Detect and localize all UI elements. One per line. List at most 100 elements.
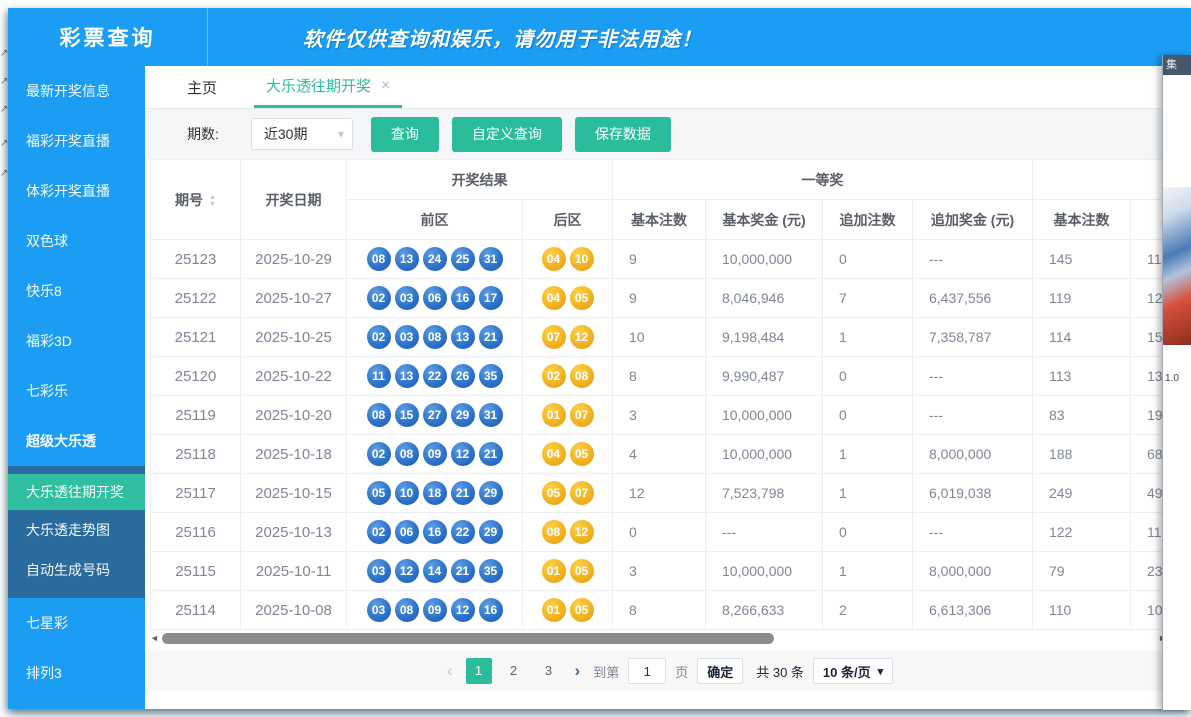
sidebar-item-七星彩[interactable]: 七星彩 xyxy=(8,598,145,648)
front-ball: 02 xyxy=(367,520,391,544)
front-ball: 27 xyxy=(423,403,447,427)
add-prize-cell: --- xyxy=(913,513,1033,552)
basic-count2-cell: 249 xyxy=(1033,474,1131,513)
search-button[interactable]: 查询 xyxy=(371,117,439,152)
column-header-front-zone: 前区 xyxy=(347,200,523,240)
basic-count2-cell: 79 xyxy=(1033,552,1131,591)
basic-count-cell: 8 xyxy=(613,357,706,396)
page-unit-label: 页 xyxy=(675,662,688,681)
table-row: 251142025-10-080308091216010588,266,6332… xyxy=(151,591,1164,630)
tab-lotto-history-label: 大乐透往期开奖 xyxy=(266,75,371,96)
add-count-cell: 2 xyxy=(823,591,913,630)
sidebar-submenu: 大乐透往期开奖大乐透走势图自动生成号码 xyxy=(8,466,145,598)
main-content: 主页 大乐透往期开奖 × 期数: 近30期 ▾ 查询 自定义查询 保存数据 xyxy=(145,66,1191,709)
sidebar-item-大乐透走势图[interactable]: 大乐透走势图 xyxy=(8,510,145,550)
disclaimer-banner: 软件仅供查询和娱乐，请勿用于非法用途！ xyxy=(208,8,1191,66)
sidebar-nav: 最新开奖信息福彩开奖直播体彩开奖直播双色球快乐8福彩3D七彩乐超级大乐透大乐透往… xyxy=(8,66,145,709)
sidebar-item-最新开奖信息[interactable]: 最新开奖信息 xyxy=(8,66,145,116)
save-data-button[interactable]: 保存数据 xyxy=(575,117,671,152)
page-button-3[interactable]: 3 xyxy=(536,658,562,684)
front-ball: 22 xyxy=(423,364,447,388)
back-ball: 12 xyxy=(570,325,594,349)
sidebar-item-超级大乐透[interactable]: 超级大乐透 xyxy=(8,416,145,466)
overlapping-window-edge[interactable]: 集 1.0 xyxy=(1162,55,1191,710)
basic-count-cell: 9 xyxy=(613,279,706,318)
back-ball: 07 xyxy=(570,481,594,505)
basic-prize-cell: 9,990,487 xyxy=(706,357,823,396)
scroll-left-icon[interactable]: ◄ xyxy=(150,633,159,643)
add-prize-cell: 7,358,787 xyxy=(913,318,1033,357)
total-count-label: 共 30 条 xyxy=(756,662,804,681)
front-ball: 03 xyxy=(367,598,391,622)
back-ball: 05 xyxy=(542,481,566,505)
sidebar-item-福彩3D[interactable]: 福彩3D xyxy=(8,316,145,366)
back-ball: 08 xyxy=(542,520,566,544)
date-cell: 2025-10-08 xyxy=(241,591,347,630)
basic-count-cell: 12 xyxy=(613,474,706,513)
tab-home[interactable]: 主页 xyxy=(175,66,229,108)
front-ball: 08 xyxy=(367,403,391,427)
sidebar-item-双色球[interactable]: 双色球 xyxy=(8,216,145,266)
back-ball: 05 xyxy=(570,442,594,466)
goto-page-label: 到第 xyxy=(593,662,619,681)
sidebar-item-福彩开奖直播[interactable]: 福彩开奖直播 xyxy=(8,116,145,166)
truncated-cell: 116, xyxy=(1131,240,1164,279)
front-ball: 09 xyxy=(423,598,447,622)
prev-page-icon[interactable]: ‹ xyxy=(443,661,457,681)
period-cell: 25116 xyxy=(151,513,241,552)
column-header-period[interactable]: 期号▲▼ xyxy=(151,160,241,240)
horizontal-scrollbar[interactable]: ◄ ► xyxy=(150,631,1163,647)
back-ball: 04 xyxy=(542,286,566,310)
column-header-basic-count: 基本注数 xyxy=(613,200,706,240)
back-ball: 02 xyxy=(542,364,566,388)
results-tbody: 251232025-10-2908132425310410910,000,000… xyxy=(151,240,1164,630)
add-count-cell: 1 xyxy=(823,318,913,357)
back-ball: 12 xyxy=(570,520,594,544)
front-zone-cell: 0208091221 xyxy=(347,435,523,474)
back-zone-cell: 0507 xyxy=(523,474,613,513)
truncated-cell: 150, xyxy=(1131,318,1164,357)
front-ball: 12 xyxy=(451,598,475,622)
date-cell: 2025-10-15 xyxy=(241,474,347,513)
front-ball: 35 xyxy=(479,364,503,388)
close-icon[interactable]: × xyxy=(381,77,390,95)
sort-icon[interactable]: ▲▼ xyxy=(209,194,216,208)
sidebar-item-自动生成号码[interactable]: 自动生成号码 xyxy=(8,550,145,590)
back-ball: 01 xyxy=(542,403,566,427)
table-row: 251182025-10-1802080912210405410,000,000… xyxy=(151,435,1164,474)
sidebar-item-体彩开奖直播[interactable]: 体彩开奖直播 xyxy=(8,166,145,216)
back-ball: 08 xyxy=(570,364,594,388)
back-ball: 10 xyxy=(570,247,594,271)
tab-bar: 主页 大乐透往期开奖 × xyxy=(145,66,1191,109)
front-zone-cell: 0510182129 xyxy=(347,474,523,513)
front-ball: 03 xyxy=(367,559,391,583)
sidebar-item-快乐8[interactable]: 快乐8 xyxy=(8,266,145,316)
sidebar-item-排列3[interactable]: 排列3 xyxy=(8,648,145,698)
page-button-2[interactable]: 2 xyxy=(501,658,527,684)
add-prize-cell: --- xyxy=(913,357,1033,396)
page-size-select[interactable]: 10 条/页 ▾ xyxy=(813,658,893,684)
column-header-date: 开奖日期 xyxy=(241,160,347,240)
front-ball: 26 xyxy=(451,364,475,388)
basic-count2-cell: 110 xyxy=(1033,591,1131,630)
front-ball: 31 xyxy=(479,403,503,427)
column-header-back-zone: 后区 xyxy=(523,200,613,240)
goto-page-input[interactable] xyxy=(628,658,666,684)
sidebar-item-七彩乐[interactable]: 七彩乐 xyxy=(8,366,145,416)
column-header-add-prize: 追加奖金 (元) xyxy=(913,200,1033,240)
custom-search-button[interactable]: 自定义查询 xyxy=(452,117,562,152)
page-button-1[interactable]: 1 xyxy=(466,658,492,684)
column-header-basic-prize: 基本奖金 (元) xyxy=(706,200,823,240)
next-page-icon[interactable]: › xyxy=(571,661,585,681)
period-count-select[interactable]: 近30期 ▾ xyxy=(251,118,353,150)
front-ball: 29 xyxy=(479,520,503,544)
app-window: 彩票查询 软件仅供查询和娱乐，请勿用于非法用途！ 最新开奖信息福彩开奖直播体彩开… xyxy=(8,8,1191,709)
scrollbar-thumb[interactable] xyxy=(162,633,774,644)
basic-count-cell: 9 xyxy=(613,240,706,279)
sidebar-item-大乐透往期开奖[interactable]: 大乐透往期开奖 xyxy=(8,474,145,510)
add-prize-cell: 6,437,556 xyxy=(913,279,1033,318)
confirm-button[interactable]: 确定 xyxy=(697,658,743,684)
date-cell: 2025-10-13 xyxy=(241,513,347,552)
tab-lotto-history[interactable]: 大乐透往期开奖 × xyxy=(254,66,402,108)
front-ball: 13 xyxy=(395,364,419,388)
